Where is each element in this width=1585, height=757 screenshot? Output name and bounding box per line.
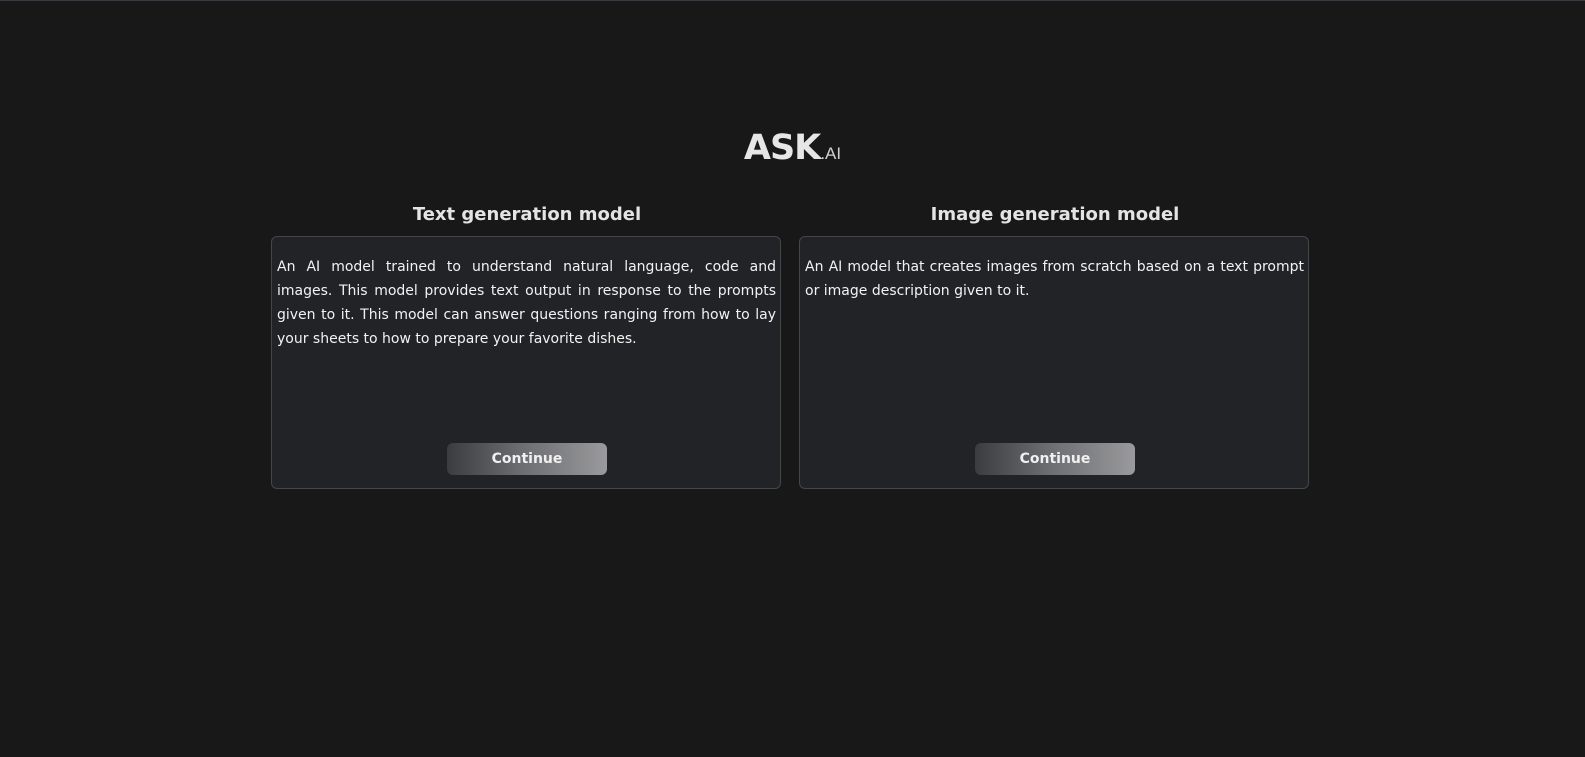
top-border-line (0, 0, 1585, 1)
image-generation-heading: Image generation model (930, 204, 1180, 225)
text-generation-continue-button[interactable]: Continue (447, 443, 607, 475)
image-generation-section: Image generation model An AI model that … (799, 200, 1311, 489)
text-generation-heading: Text generation model (412, 204, 642, 225)
image-generation-description: An AI model that creates images from scr… (805, 259, 1304, 299)
image-generation-continue-button[interactable]: Continue (975, 443, 1135, 475)
text-generation-card: An AI model trained to understand natura… (271, 236, 781, 489)
logo-main-text: ASK (743, 128, 821, 168)
text-generation-section: Text generation model An AI model traine… (271, 200, 783, 489)
logo-suffix-text: .AI (820, 144, 842, 163)
text-generation-description: An AI model trained to understand natura… (277, 259, 776, 347)
app-logo: ASK.AI (0, 128, 1585, 168)
image-generation-card: An AI model that creates images from scr… (799, 236, 1309, 489)
